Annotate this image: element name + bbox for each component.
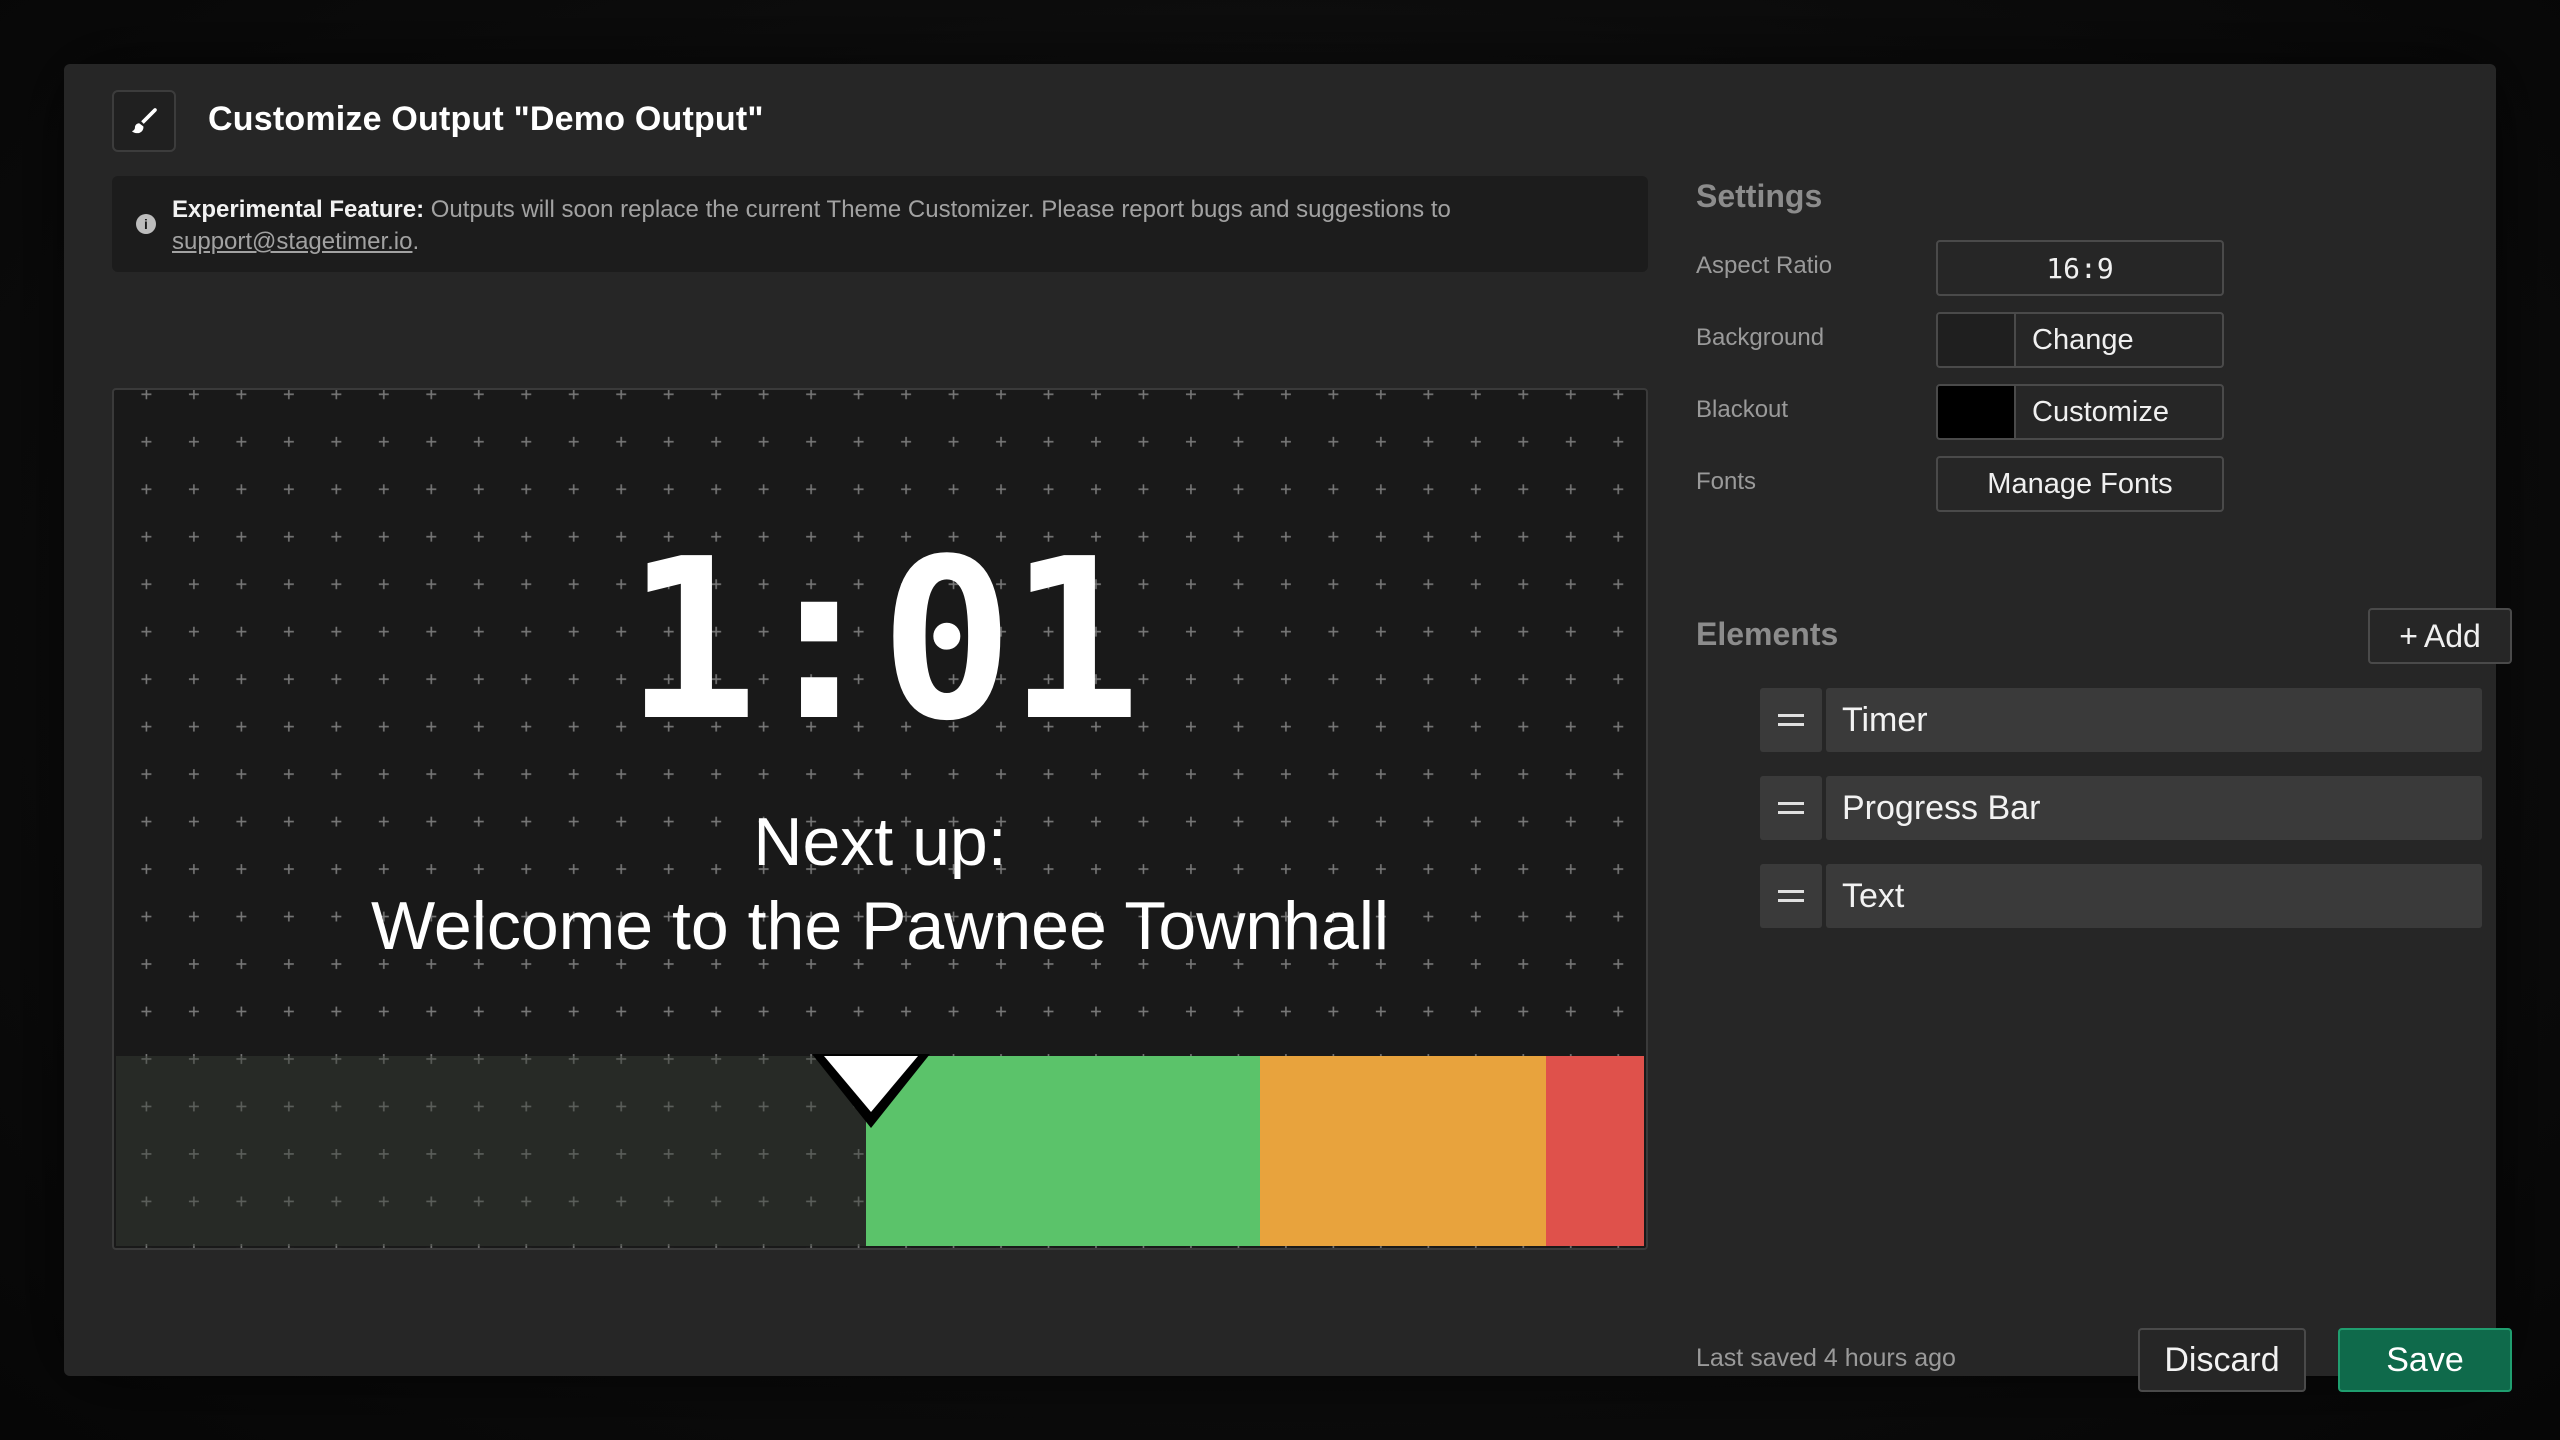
add-element-button[interactable]: + Add [2368, 608, 2512, 664]
fonts-label: Fonts [1696, 468, 1757, 495]
element-label[interactable]: Timer [1826, 688, 2482, 752]
blackout-customize-button[interactable]: Customize [1936, 384, 2224, 440]
aspect-ratio-label: Aspect Ratio [1696, 252, 1833, 279]
element-label[interactable]: Progress Bar [1826, 776, 2482, 840]
modal-title: Customize Output "Demo Output" [208, 100, 764, 138]
add-element-label: Add [2423, 617, 2481, 654]
support-email-link[interactable]: support@stagetimer.io [172, 228, 412, 255]
next-up-label: Next up: [753, 804, 1007, 880]
experimental-notice: i Experimental Feature: Outputs will soo… [112, 176, 1648, 272]
output-preview: 1:01 Next up: Welcome to the Pawnee Town… [112, 388, 1648, 1250]
notice-label: Experimental Feature: [172, 196, 425, 223]
notice-text: Outputs will soon replace the current Th… [424, 196, 1451, 223]
background-label: Background [1696, 324, 1825, 351]
background-swatch [1938, 314, 2016, 366]
element-label[interactable]: Text [1826, 864, 2482, 928]
element-row-progress-bar[interactable]: Progress Bar [1760, 776, 2482, 840]
progress-segment-yellow [1260, 1056, 1546, 1246]
elements-title: Elements [1696, 616, 1839, 652]
next-up-title: Welcome to the Pawnee Townhall [370, 888, 1390, 964]
settings-title: Settings [1696, 178, 1823, 214]
progress-elapsed [116, 1056, 866, 1246]
drag-handle-icon[interactable] [1760, 776, 1822, 840]
aspect-ratio-button[interactable]: 16:9 [1936, 240, 2224, 296]
last-saved-status: Last saved 4 hours ago [1696, 1344, 1956, 1372]
preview-message: Next up: Welcome to the Pawnee Townhall [114, 800, 1646, 968]
background-change-button[interactable]: Change [1936, 312, 2224, 368]
drag-handle-icon[interactable] [1760, 864, 1822, 928]
paintbrush-icon [112, 90, 176, 152]
element-row-timer[interactable]: Timer [1760, 688, 2482, 752]
manage-fonts-button[interactable]: Manage Fonts [1936, 456, 2224, 512]
preview-progress-bar [116, 1054, 1644, 1246]
blackout-label: Blackout [1696, 396, 1789, 423]
customize-output-modal: Customize Output "Demo Output" i Experim… [64, 64, 2512, 1392]
progress-marker-icon [812, 1054, 930, 1128]
blackout-swatch [1938, 386, 2016, 438]
notice-suffix: . [412, 228, 420, 255]
blackout-customize-label: Customize [2032, 395, 2169, 428]
progress-segment-red [1546, 1056, 1644, 1246]
discard-button[interactable]: Discard [2138, 1328, 2306, 1392]
element-row-text[interactable]: Text [1760, 864, 2482, 928]
drag-handle-icon[interactable] [1760, 688, 1822, 752]
plus-icon: + [2399, 617, 2418, 654]
preview-timer: 1:01 [624, 512, 1142, 770]
info-icon: i [136, 214, 156, 234]
save-button[interactable]: Save [2338, 1328, 2512, 1392]
background-change-label: Change [2032, 323, 2134, 356]
